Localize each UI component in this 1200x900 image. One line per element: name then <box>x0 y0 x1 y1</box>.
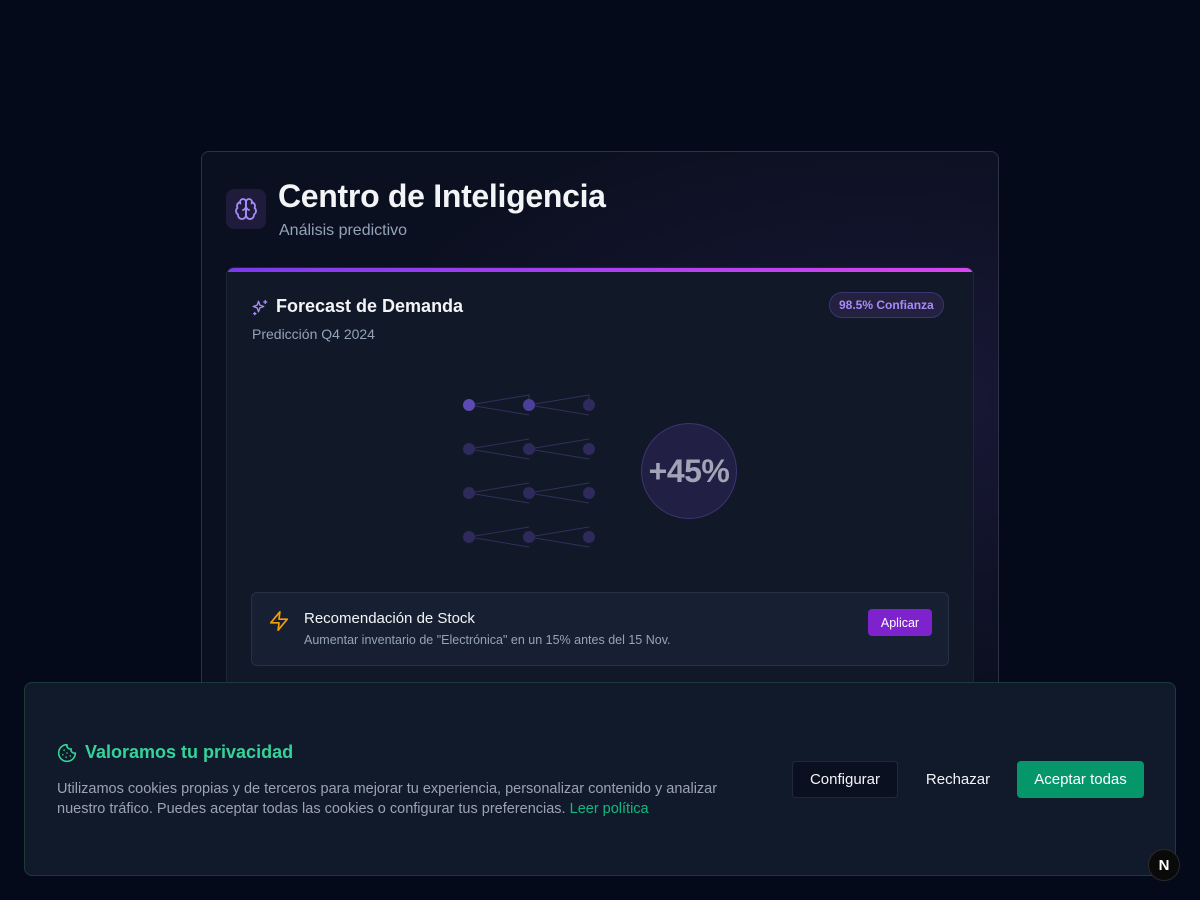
card-accent-bar <box>227 268 973 272</box>
sparkles-icon <box>251 299 269 322</box>
cookie-text: Utilizamos cookies propias y de terceros… <box>57 779 747 819</box>
confidence-badge: 98.5% Confianza <box>829 292 944 318</box>
cookie-icon <box>57 743 77 768</box>
recommendation-title: Recomendación de Stock <box>304 610 475 627</box>
cookie-banner: Valoramos tu privacidad Utilizamos cooki… <box>24 682 1176 876</box>
forecast-subtitle: Predicción Q4 2024 <box>252 326 375 342</box>
reject-button[interactable]: Rechazar <box>912 761 1004 798</box>
policy-link[interactable]: Leer política <box>570 801 649 817</box>
bolt-icon <box>268 610 290 637</box>
neural-network-graphic <box>463 394 595 548</box>
page-title: Centro de Inteligencia <box>278 178 606 214</box>
cookie-title: Valoramos tu privacidad <box>85 742 294 762</box>
forecast-change-value: +45% <box>648 452 730 489</box>
forecast-change-circle: +45% <box>641 423 737 519</box>
accept-all-button[interactable]: Aceptar todas <box>1017 761 1144 798</box>
configure-button[interactable]: Configurar <box>792 761 898 798</box>
intelligence-panel: Centro de Inteligencia Análisis predicti… <box>201 151 999 771</box>
forecast-title: Forecast de Demanda <box>276 296 464 316</box>
page-subtitle: Análisis predictivo <box>279 222 408 239</box>
apply-button[interactable]: Aplicar <box>868 609 932 636</box>
floating-n-badge[interactable]: N <box>1148 849 1180 881</box>
recommendation-description: Aumentar inventario de "Electrónica" en … <box>304 633 671 647</box>
forecast-card: Forecast de Demanda Predicción Q4 2024 9… <box>226 267 974 697</box>
stock-recommendation: Recomendación de Stock Aumentar inventar… <box>251 592 949 666</box>
brain-icon <box>226 189 266 229</box>
